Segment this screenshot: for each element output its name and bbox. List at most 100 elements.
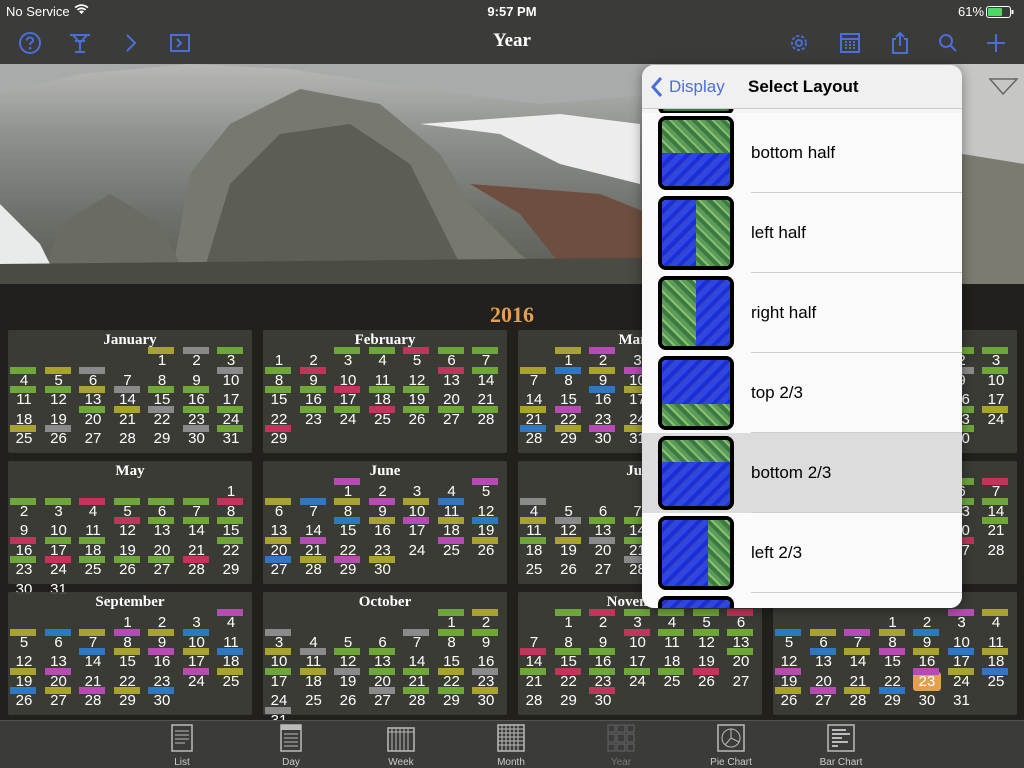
day-cell[interactable]: 28 — [114, 429, 142, 448]
day-cell[interactable]: 25 — [300, 691, 328, 710]
day-cell[interactable]: 28 — [844, 687, 872, 710]
share-icon[interactable] — [887, 30, 913, 56]
month-september[interactable]: September 1 2 3 4 5 6 7 8 9 10 11 12 13 14 15 16 17 18 19 20… — [8, 592, 252, 715]
day-cell[interactable]: 27 — [265, 556, 293, 579]
day-cell[interactable]: 8 — [554, 366, 583, 390]
day-cell[interactable]: 4 — [982, 609, 1010, 632]
month-june[interactable]: June 1 2 3 4 5 6 7 8 9 10 11 12 13 14 15 16 17 18 19 20 21 22 2… — [263, 461, 507, 584]
add-icon[interactable] — [983, 30, 1009, 56]
day-cell[interactable]: 25 — [520, 560, 548, 579]
day-cell[interactable]: 10 — [982, 366, 1010, 390]
tab-day[interactable]: Day — [251, 723, 331, 768]
day-cell[interactable]: 13 — [148, 517, 176, 540]
day-cell[interactable]: 1 — [148, 347, 176, 370]
day-cell[interactable]: 24 — [982, 405, 1010, 429]
day-cell[interactable]: 28 — [520, 691, 548, 710]
day-cell[interactable]: 21 — [982, 517, 1010, 540]
day-cell[interactable]: 19 — [554, 536, 583, 560]
day-cell[interactable]: 14 — [182, 517, 211, 540]
day-cell[interactable]: 11 — [658, 628, 686, 652]
day-cell[interactable]: 29 — [878, 687, 907, 710]
tab-bar-chart[interactable]: Bar Chart — [801, 723, 881, 768]
day-cell[interactable]: 10 — [217, 366, 245, 390]
day-cell[interactable]: 18 — [520, 536, 548, 560]
layout-option-right-half[interactable]: right half — [642, 273, 962, 353]
back-button[interactable]: Display — [650, 65, 725, 109]
day-cell[interactable]: 12 — [44, 386, 73, 409]
day-cell[interactable]: 25 — [658, 667, 686, 691]
day-cell[interactable]: 2 — [10, 497, 38, 521]
day-cell[interactable]: 3 — [44, 497, 73, 521]
day-cell[interactable]: 10 — [623, 628, 652, 652]
day-cell[interactable]: 4 — [368, 347, 397, 370]
day-cell[interactable]: 26 — [334, 691, 362, 710]
day-cell[interactable]: 3 — [334, 347, 362, 370]
day-cell[interactable]: 30 — [148, 687, 176, 710]
day-cell[interactable]: 25 — [79, 556, 107, 579]
day-cell[interactable]: 29 — [217, 560, 245, 579]
calendar-icon[interactable] — [837, 30, 863, 56]
next-icon[interactable] — [118, 30, 144, 56]
day-cell[interactable]: 25 — [10, 425, 38, 448]
day-cell[interactable]: 25 — [982, 667, 1010, 691]
tab-pie-chart[interactable]: Pie Chart — [691, 723, 771, 768]
month-november[interactable]: November 1 2 3 4 5 6 7 8 9 10 11 12 13 14 15 16 17 18 19 20 2… — [518, 592, 762, 715]
settings-icon[interactable] — [786, 30, 812, 56]
tab-month[interactable]: Month — [471, 723, 551, 768]
day-cell[interactable]: 26 — [555, 560, 583, 579]
tab-week[interactable]: Week — [361, 723, 441, 768]
day-cell[interactable]: 7 — [403, 628, 431, 652]
day-cell[interactable]: 29 — [148, 429, 176, 448]
day-cell[interactable]: 29 — [113, 687, 142, 710]
day-cell[interactable]: 21 — [520, 667, 548, 691]
layout-option-left-half[interactable]: left half — [642, 193, 962, 273]
day-cell[interactable]: 24 — [623, 667, 652, 691]
day-cell[interactable]: 21 — [113, 405, 142, 429]
day-cell[interactable]: 28 — [79, 687, 107, 710]
day-cell[interactable]: 14 — [472, 366, 500, 390]
day-cell[interactable]: 4 — [217, 609, 245, 632]
day-cell[interactable]: 2 — [589, 609, 617, 632]
layout-option-bottom-half[interactable]: bottom half — [642, 113, 962, 193]
search-icon[interactable] — [935, 30, 961, 56]
day-cell[interactable]: 27 — [79, 429, 107, 448]
day-cell[interactable]: 6 — [44, 628, 73, 652]
day-cell[interactable]: 27 — [809, 687, 838, 710]
day-cell[interactable]: 22 — [217, 536, 245, 560]
day-cell[interactable]: 5 — [10, 628, 38, 652]
day-cell[interactable]: 26 — [692, 667, 721, 691]
month-may[interactable]: May 1 2 3 4 5 6 7 8 9 10 11 12 13 14 15 16 17 18 19 20 21 22 23… — [8, 461, 252, 598]
month-december[interactable]: December12345678910111213141516171819202… — [773, 592, 1017, 715]
day-cell[interactable]: 22 — [554, 667, 583, 691]
day-cell[interactable]: 23 — [913, 667, 941, 691]
day-cell[interactable]: 29 — [554, 425, 583, 448]
day-cell[interactable]: 8 — [437, 628, 466, 652]
day-cell[interactable]: 31 — [948, 691, 976, 710]
day-cell[interactable]: 27 — [589, 560, 617, 579]
day-cell[interactable]: 24 — [334, 405, 362, 429]
day-cell[interactable]: 24 — [947, 667, 976, 691]
day-cell[interactable]: 26 — [403, 405, 431, 429]
day-cell[interactable]: 14 — [844, 648, 872, 671]
day-cell[interactable]: 12 — [113, 517, 142, 540]
day-cell[interactable]: 17 — [265, 667, 293, 691]
day-cell[interactable]: 5 — [403, 347, 431, 370]
day-cell[interactable]: 28 — [520, 425, 548, 448]
day-cell[interactable]: 28 — [403, 687, 431, 710]
day-cell[interactable]: 9 — [472, 628, 500, 652]
day-cell[interactable]: 26 — [775, 687, 803, 710]
day-cell[interactable]: 23 — [299, 405, 328, 429]
day-cell[interactable]: 12 — [692, 628, 721, 652]
day-cell[interactable]: 14 — [79, 648, 107, 671]
expand-icon[interactable] — [167, 30, 193, 56]
day-cell[interactable]: 7 — [520, 366, 548, 390]
day-cell[interactable]: 15 — [265, 386, 293, 409]
day-cell[interactable]: 27 — [368, 687, 397, 710]
day-cell[interactable]: 26 — [113, 556, 142, 579]
day-cell[interactable]: 16 — [148, 648, 176, 671]
day-cell[interactable]: 28 — [982, 541, 1010, 560]
day-cell[interactable]: 20 — [589, 536, 617, 560]
day-cell[interactable]: 2 — [182, 347, 211, 370]
day-cell[interactable]: 26 — [44, 425, 73, 448]
day-cell[interactable]: 22 — [148, 405, 176, 429]
